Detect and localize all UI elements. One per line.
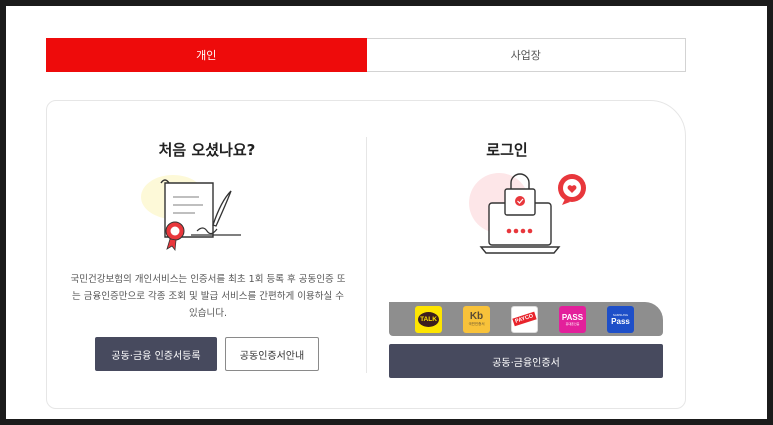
page-frame: 개인 사업장 처음 오셨나요? 국민건강보험의 개인서비스는 인증서를 최초 1… [6, 6, 767, 419]
first-visit-title: 처음 오셨나요? [158, 141, 256, 159]
first-visit-description: 국민건강보험의 개인서비스는 인증서를 최초 1회 등록 후 공동인증 또는 금… [70, 274, 346, 319]
samsung-pass-icon[interactable]: SAMSUNG Pass [607, 305, 634, 333]
pass-label: PASS [561, 312, 584, 322]
kb-sub: 국민인증서 [468, 322, 485, 326]
samsung-pass-label: Pass [611, 316, 630, 326]
kakao-label: TALK [418, 311, 439, 327]
kb-icon[interactable]: Kb 국민인증서 [463, 305, 490, 333]
kb-label: Kb [469, 311, 484, 322]
login-card: 처음 오셨나요? 국민건강보험의 개인서비스는 인증서를 최초 1회 등록 후 … [46, 100, 686, 409]
payco-label: PAYCO [512, 311, 537, 327]
pass-icon[interactable]: PASS 휴대폰인증 [559, 305, 586, 333]
kakao-talk-icon[interactable]: TALK [415, 305, 442, 333]
panel-divider [366, 137, 367, 373]
payco-icon[interactable]: PAYCO [511, 305, 538, 333]
certificate-login-button[interactable]: 공동·금융인증서 [389, 344, 663, 378]
tab-personal[interactable]: 개인 [46, 38, 367, 72]
laptop-lock-illustration-icon [469, 173, 586, 254]
tab-business[interactable]: 사업장 [366, 38, 686, 72]
pass-sub: 휴대폰인증 [565, 321, 580, 326]
certificate-illustration-icon [141, 175, 241, 252]
register-certificate-button[interactable]: 공동·금융 인증서등록 [95, 337, 217, 371]
user-type-tabs: 개인 사업장 [46, 38, 686, 72]
simple-auth-bar: TALK Kb 국민인증서 PAYCO PASS 휴대폰인증 SAMSUNG P… [389, 302, 663, 336]
certificate-guide-button[interactable]: 공동인증서안내 [225, 337, 319, 371]
login-title: 로그인 [486, 141, 528, 159]
